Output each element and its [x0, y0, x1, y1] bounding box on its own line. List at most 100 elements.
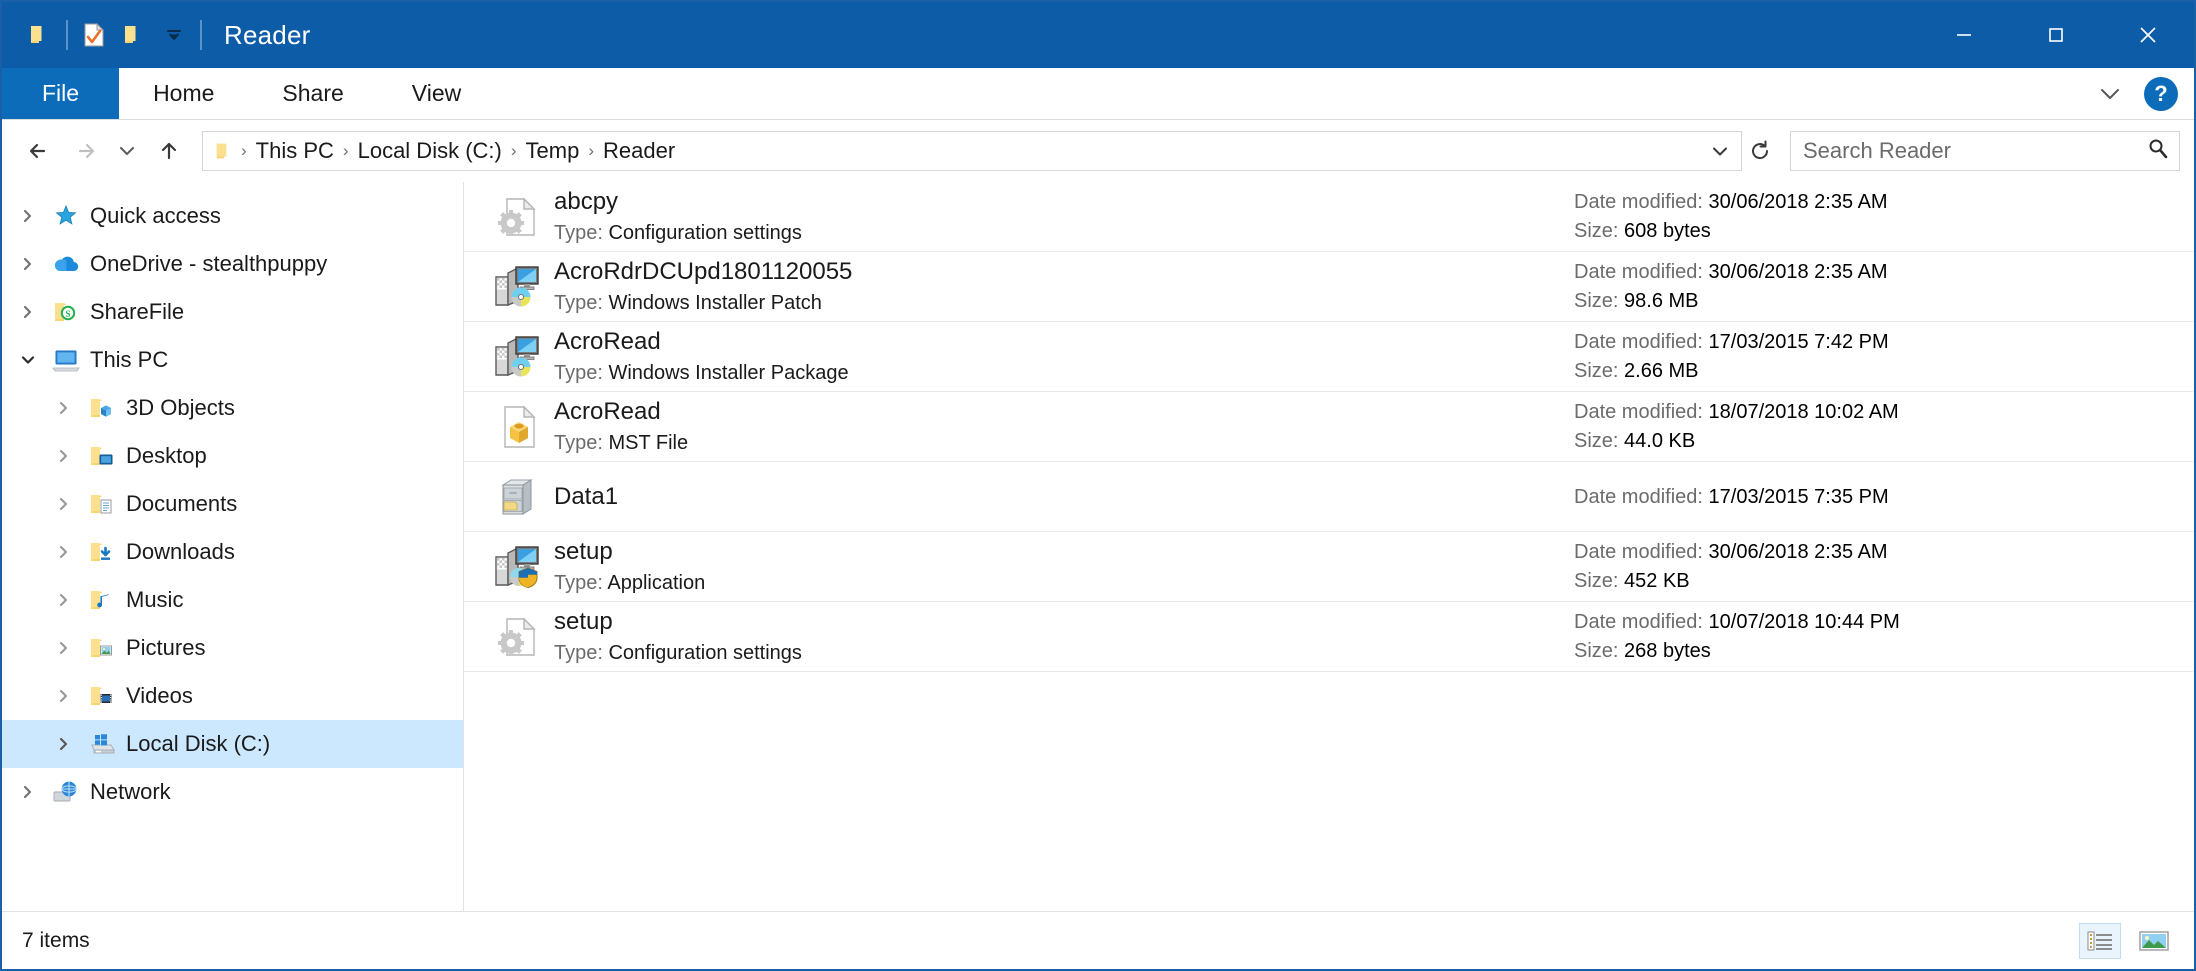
address-dropdown-chevron-icon[interactable]: [1703, 141, 1737, 161]
search-input[interactable]: [1803, 138, 2145, 164]
table-row[interactable]: setup Type: Configuration settings Date …: [464, 602, 2194, 672]
help-button[interactable]: ?: [2144, 76, 2178, 111]
file-date: Date modified: 30/06/2018 2:35 AM: [1574, 189, 2194, 215]
search-icon[interactable]: [2145, 136, 2171, 167]
chevron-right-icon[interactable]: [10, 304, 46, 320]
item-count-label: 7 items: [22, 928, 90, 952]
file-entry-primary: setup Type: Application: [554, 537, 1234, 596]
type-label: Type:: [554, 642, 603, 664]
chevron-right-icon[interactable]: [46, 448, 82, 464]
expand-ribbon-chevron-icon[interactable]: [2088, 74, 2132, 114]
chevron-right-icon[interactable]: [10, 784, 46, 800]
config-file-icon: [480, 191, 554, 243]
quick-access-toolbar: [2, 15, 208, 55]
maximize-button[interactable]: [2010, 2, 2102, 68]
tab-view[interactable]: View: [378, 68, 495, 119]
sidebar-item-label: Downloads: [126, 539, 235, 564]
chevron-right-icon[interactable]: [46, 544, 82, 560]
file-date: Date modified: 30/06/2018 2:35 AM: [1574, 259, 2194, 285]
sidebar-item-downloads[interactable]: Downloads: [2, 528, 463, 576]
breadcrumb-item-this-pc[interactable]: This PC: [249, 132, 341, 170]
file-date: Date modified: 18/07/2018 10:02 AM: [1574, 399, 2194, 425]
type-value: Application: [607, 572, 706, 594]
date-value: 30/06/2018 2:35 AM: [1708, 541, 1888, 563]
sidebar-item-this-pc[interactable]: This PC: [2, 336, 463, 384]
sidebar-item-onedrive[interactable]: OneDrive - stealthpuppy: [2, 240, 463, 288]
recent-locations-chevron-icon[interactable]: [108, 128, 146, 174]
up-button[interactable]: [146, 128, 192, 174]
sidebar-item-network[interactable]: Network: [2, 768, 463, 816]
navigation-pane[interactable]: Quick access OneDrive - stealthpuppy S S…: [2, 182, 464, 911]
table-row[interactable]: AcroRead Type: MST File Date modified: 1…: [464, 392, 2194, 462]
chevron-right-icon[interactable]: [46, 400, 82, 416]
folder-icon[interactable]: [20, 15, 60, 55]
chevron-right-icon[interactable]: [10, 256, 46, 272]
chevron-right-icon[interactable]: [10, 208, 46, 224]
chevron-right-icon[interactable]: [46, 496, 82, 512]
folder-3d-icon: [82, 396, 122, 420]
table-row[interactable]: AcroRdrDCUpd1801120055 Type: Windows Ins…: [464, 252, 2194, 322]
file-date: Date modified: 17/03/2015 7:35 PM: [1574, 484, 2194, 510]
table-row[interactable]: abcpy Type: Configuration settings Date …: [464, 182, 2194, 252]
forward-button[interactable]: [62, 128, 108, 174]
sidebar-item-label: Quick access: [90, 203, 221, 228]
sidebar-item-local-disk-c[interactable]: Local Disk (C:): [2, 720, 463, 768]
type-value: Configuration settings: [608, 642, 802, 664]
table-row[interactable]: Data1 Date modified: 17/03/2015 7:35 PM: [464, 462, 2194, 532]
chevron-right-icon[interactable]: [46, 736, 82, 752]
close-button[interactable]: [2102, 2, 2194, 68]
breadcrumb-separator[interactable]: ›: [341, 141, 351, 161]
breadcrumb[interactable]: › This PC › Local Disk (C:) › Temp › Rea…: [202, 131, 1742, 171]
file-entry-primary: AcroRdrDCUpd1801120055 Type: Windows Ins…: [554, 257, 1234, 316]
sidebar-item-desktop[interactable]: Desktop: [2, 432, 463, 480]
chevron-right-icon[interactable]: [46, 688, 82, 704]
back-button[interactable]: [16, 128, 62, 174]
sidebar-item-quick-access[interactable]: Quick access: [2, 192, 463, 240]
sidebar-item-pictures[interactable]: Pictures: [2, 624, 463, 672]
file-entry-primary: AcroRead Type: MST File: [554, 397, 1234, 456]
file-type: Type: Configuration settings: [554, 220, 1234, 246]
chevron-right-icon[interactable]: [46, 640, 82, 656]
sidebar-item-music[interactable]: Music: [2, 576, 463, 624]
file-list[interactable]: abcpy Type: Configuration settings Date …: [464, 182, 2194, 911]
table-row[interactable]: AcroRead Type: Windows Installer Package…: [464, 322, 2194, 392]
config-file-icon: [480, 611, 554, 663]
breadcrumb-separator[interactable]: ›: [586, 141, 596, 161]
table-row[interactable]: setup Type: Application Date modified: 3…: [464, 532, 2194, 602]
file-date: Date modified: 30/06/2018 2:35 AM: [1574, 539, 2194, 565]
search-box[interactable]: [1790, 131, 2180, 171]
file-entry-meta: Date modified: 18/07/2018 10:02 AM Size:…: [1574, 399, 2194, 454]
minimize-button[interactable]: [1918, 2, 2010, 68]
sidebar-item-label: Pictures: [126, 635, 206, 660]
status-bar: 7 items: [2, 911, 2194, 969]
chevron-right-icon[interactable]: [46, 592, 82, 608]
breadcrumb-item-reader[interactable]: Reader: [596, 132, 682, 170]
sidebar-item-sharefile[interactable]: S ShareFile: [2, 288, 463, 336]
file-entry-meta: Date modified: 17/03/2015 7:42 PM Size: …: [1574, 329, 2194, 384]
breadcrumb-separator[interactable]: ›: [509, 141, 519, 161]
sidebar-item-videos[interactable]: Videos: [2, 672, 463, 720]
tab-share[interactable]: Share: [248, 68, 377, 119]
size-value: 268 bytes: [1624, 640, 1711, 662]
tab-file[interactable]: File: [2, 68, 120, 119]
size-label: Size:: [1574, 570, 1619, 592]
refresh-button[interactable]: [1742, 138, 1778, 164]
details-view-button[interactable]: [2079, 922, 2121, 959]
breadcrumb-separator[interactable]: ›: [239, 141, 249, 161]
breadcrumb-item-temp[interactable]: Temp: [519, 132, 587, 170]
sidebar-item-3d-objects[interactable]: 3D Objects: [2, 384, 463, 432]
chevron-down-icon[interactable]: [10, 352, 46, 368]
customize-qat-chevron-icon[interactable]: [154, 15, 194, 55]
drive-icon: [82, 731, 122, 757]
date-value: 30/06/2018 2:35 AM: [1708, 191, 1888, 213]
properties-icon[interactable]: [74, 15, 114, 55]
new-folder-icon[interactable]: [114, 15, 154, 55]
large-icons-view-button[interactable]: [2134, 924, 2174, 958]
type-label: Type:: [554, 362, 603, 384]
file-entry-meta: Date modified: 30/06/2018 2:35 AM Size: …: [1574, 189, 2194, 244]
sidebar-item-documents[interactable]: Documents: [2, 480, 463, 528]
date-value: 30/06/2018 2:35 AM: [1708, 261, 1888, 283]
breadcrumb-item-local-disk[interactable]: Local Disk (C:): [351, 132, 509, 170]
tab-home[interactable]: Home: [119, 68, 248, 119]
size-label: Size:: [1574, 220, 1619, 242]
